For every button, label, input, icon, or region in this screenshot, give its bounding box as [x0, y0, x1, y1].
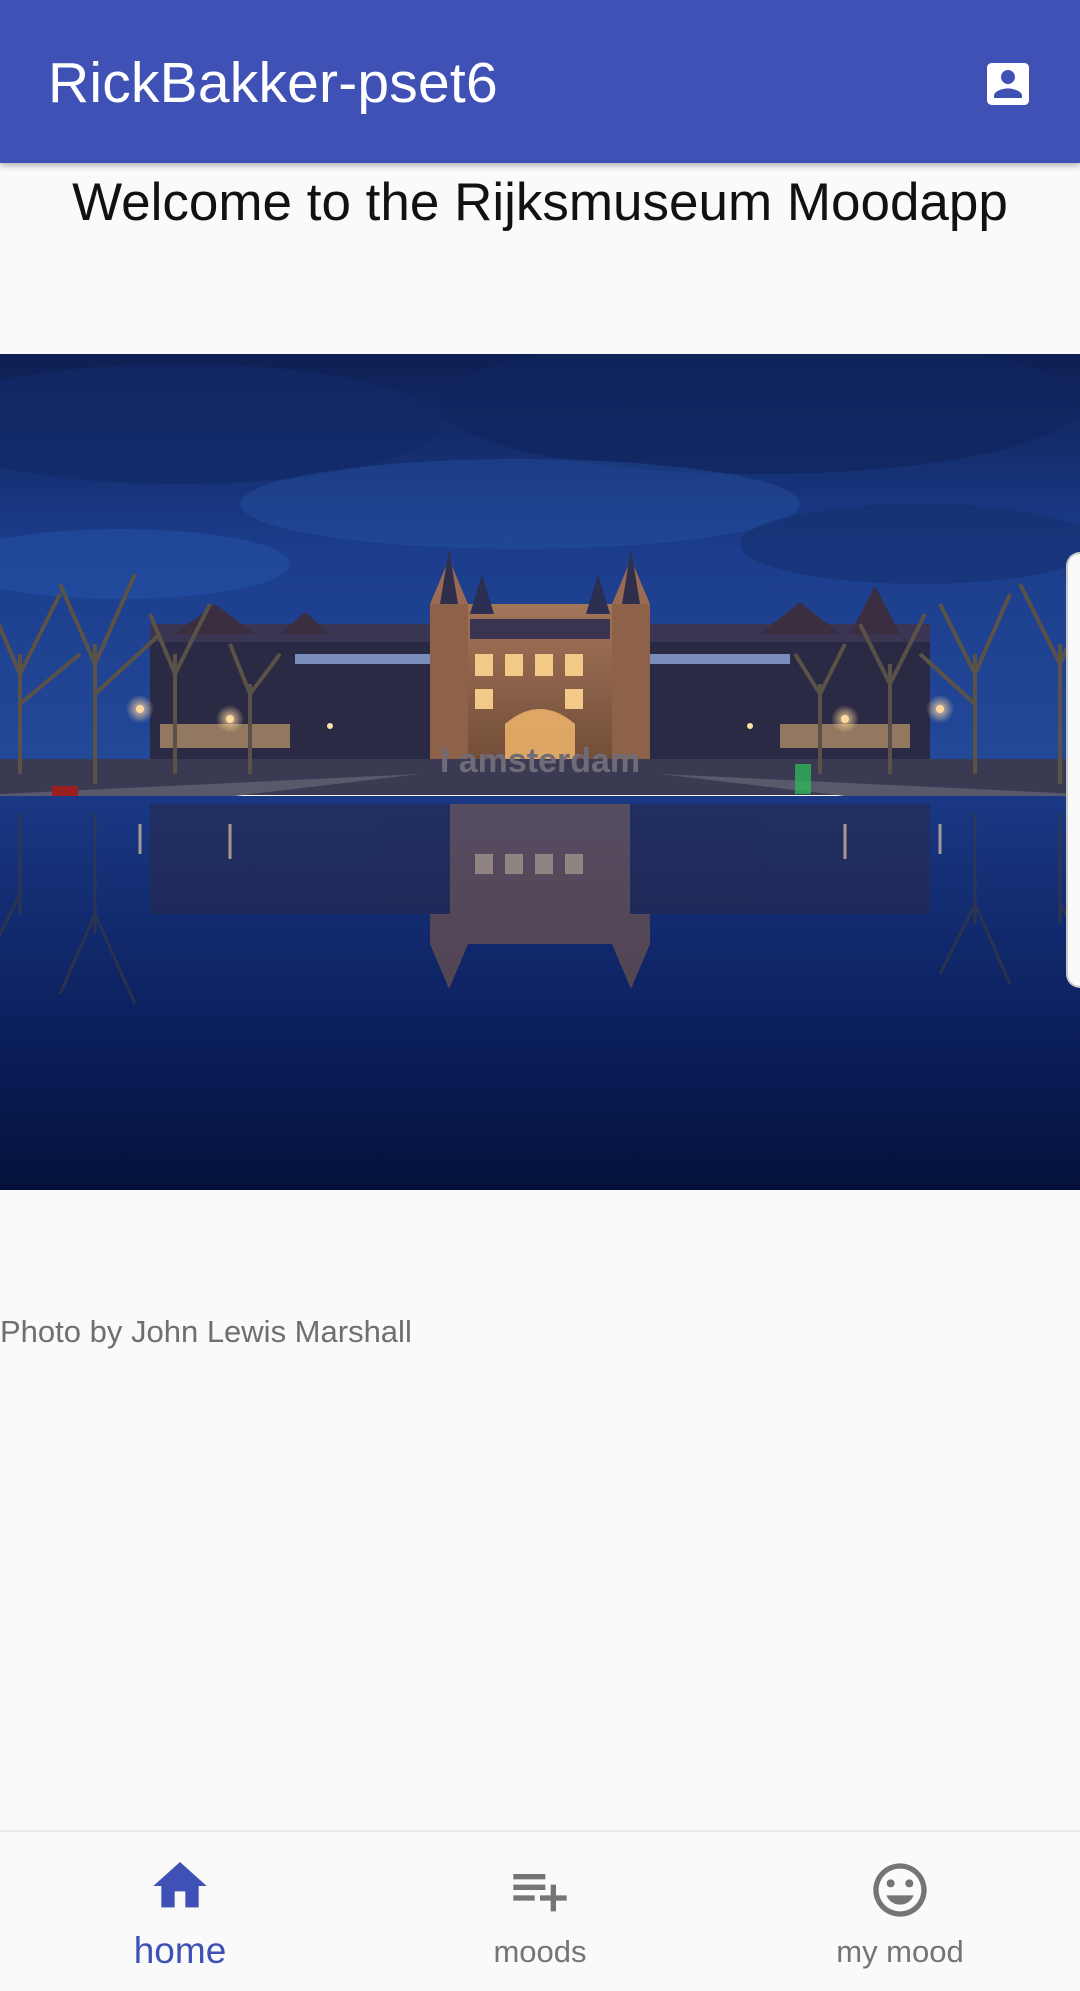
playlist-add-icon	[513, 1874, 567, 1912]
app-title: RickBakker-pset6	[48, 51, 498, 115]
nav-label-moods: moods	[493, 1934, 587, 1969]
photo-credit: Photo by John Lewis Marshall	[0, 1314, 412, 1349]
edge-panel-handle[interactable]	[1066, 552, 1080, 988]
nav-item-my-mood[interactable]: my mood	[720, 1832, 1080, 1991]
nav-label-home: home	[133, 1930, 227, 1971]
smiley-face-icon	[873, 1863, 927, 1917]
nav-item-home[interactable]: home	[0, 1832, 360, 1991]
nav-item-moods[interactable]: moods	[360, 1832, 720, 1991]
welcome-heading: Welcome to the Rijksmuseum Moodapp	[72, 173, 1008, 232]
i-amsterdam-sign: I amsterdam	[440, 742, 640, 780]
account-box-icon	[987, 63, 1029, 105]
bottom-navigation: home moods my mood	[0, 1831, 1080, 1991]
rijksmuseum-photo: I amsterdam	[0, 354, 1080, 1190]
account-button[interactable]	[968, 44, 1048, 124]
nav-label-my-mood: my mood	[836, 1934, 964, 1969]
home-icon	[153, 1862, 207, 1908]
app-bar: RickBakker-pset6	[0, 0, 1080, 163]
